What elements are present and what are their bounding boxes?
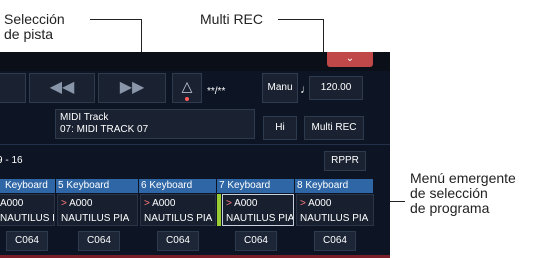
cc-button[interactable]: C064 — [314, 231, 356, 251]
cc-button[interactable]: C064 — [78, 231, 120, 251]
program-prefix: > — [144, 198, 150, 209]
hi-button[interactable]: Hi — [263, 116, 297, 140]
track-header[interactable]: 7 Keyboard — [217, 179, 294, 193]
track-id: 07: MIDI TRACK 07 — [60, 124, 149, 135]
rewind-icon: ◀◀ — [49, 79, 75, 96]
program-number: > A000 — [144, 198, 176, 209]
program-name: NAUTILUS PIA — [300, 213, 369, 224]
metronome-button[interactable]: △ — [172, 73, 202, 103]
tempo-field[interactable]: 120.00 — [309, 76, 363, 100]
program-number: A000 — [0, 198, 24, 209]
time-signature: **/** — [207, 86, 226, 97]
track-header[interactable]: 8 Keyboard — [295, 179, 373, 193]
chevron-down-icon: ⌄ — [345, 53, 355, 64]
metronome-icon: △ — [181, 78, 193, 94]
leader-line — [278, 19, 324, 20]
program-select[interactable]: > A000 NAUTILUS PIA — [222, 194, 294, 226]
metronome-indicator — [185, 97, 189, 101]
sync-mode-button[interactable]: Manu — [262, 73, 298, 103]
track-select-field[interactable]: MIDI Track 07: MIDI TRACK 07 — [55, 109, 255, 139]
program-name: NAUTILUS PIA — [61, 213, 130, 224]
program-select[interactable]: > A000 NAUTILUS PIA — [296, 194, 374, 226]
fast-forward-button[interactable]: ▶▶ — [98, 73, 166, 103]
program-name: NAUTILUS PIA — [0, 213, 54, 224]
track-header[interactable]: 6 Keyboard — [139, 179, 216, 193]
rewind-button[interactable]: ◀◀ — [29, 73, 95, 103]
track-name: MIDI Track — [60, 112, 109, 123]
track-range-label: 9 - 16 — [0, 155, 23, 166]
callout-track-select: Selección de pista — [4, 11, 65, 42]
rppr-button[interactable]: RPPR — [324, 151, 366, 171]
program-prefix: > — [226, 198, 232, 209]
cc-button[interactable]: C064 — [6, 231, 48, 251]
program-prefix: > — [61, 198, 67, 209]
program-select[interactable]: > A000 NAUTILUS PIA — [140, 194, 216, 226]
program-number: > A000 — [61, 198, 93, 209]
fast-forward-icon: ▶▶ — [119, 79, 145, 96]
program-name: NAUTILUS PIA — [226, 213, 294, 224]
program-name: NAUTILUS PIA — [144, 213, 213, 224]
program-select[interactable]: A000 NAUTILUS PIA — [0, 194, 55, 226]
callout-multi-rec: Multi REC — [200, 11, 264, 27]
leader-line — [90, 19, 142, 20]
divider — [0, 144, 390, 145]
device-screen: ⌄ ◀◀ ▶▶ △ **/** Manu ♩ 120.00 MIDI Track… — [0, 52, 390, 258]
program-number: > A000 — [226, 198, 258, 209]
multi-rec-button[interactable]: Multi REC — [304, 116, 364, 140]
dropdown-tab[interactable]: ⌄ — [327, 52, 373, 67]
program-prefix: > — [300, 198, 306, 209]
track-header[interactable]: Keyboard — [0, 179, 55, 193]
program-number: > A000 — [300, 198, 332, 209]
cc-button[interactable]: C064 — [235, 231, 277, 251]
selected-track-indicator — [217, 194, 221, 226]
transport-blank[interactable] — [0, 73, 26, 103]
cc-button[interactable]: C064 — [157, 231, 199, 251]
program-select[interactable]: > A000 NAUTILUS PIA — [57, 194, 138, 226]
track-header[interactable]: 5 Keyboard — [56, 179, 138, 193]
callout-program-menu: Menú emergente de selección de programa — [410, 170, 516, 216]
